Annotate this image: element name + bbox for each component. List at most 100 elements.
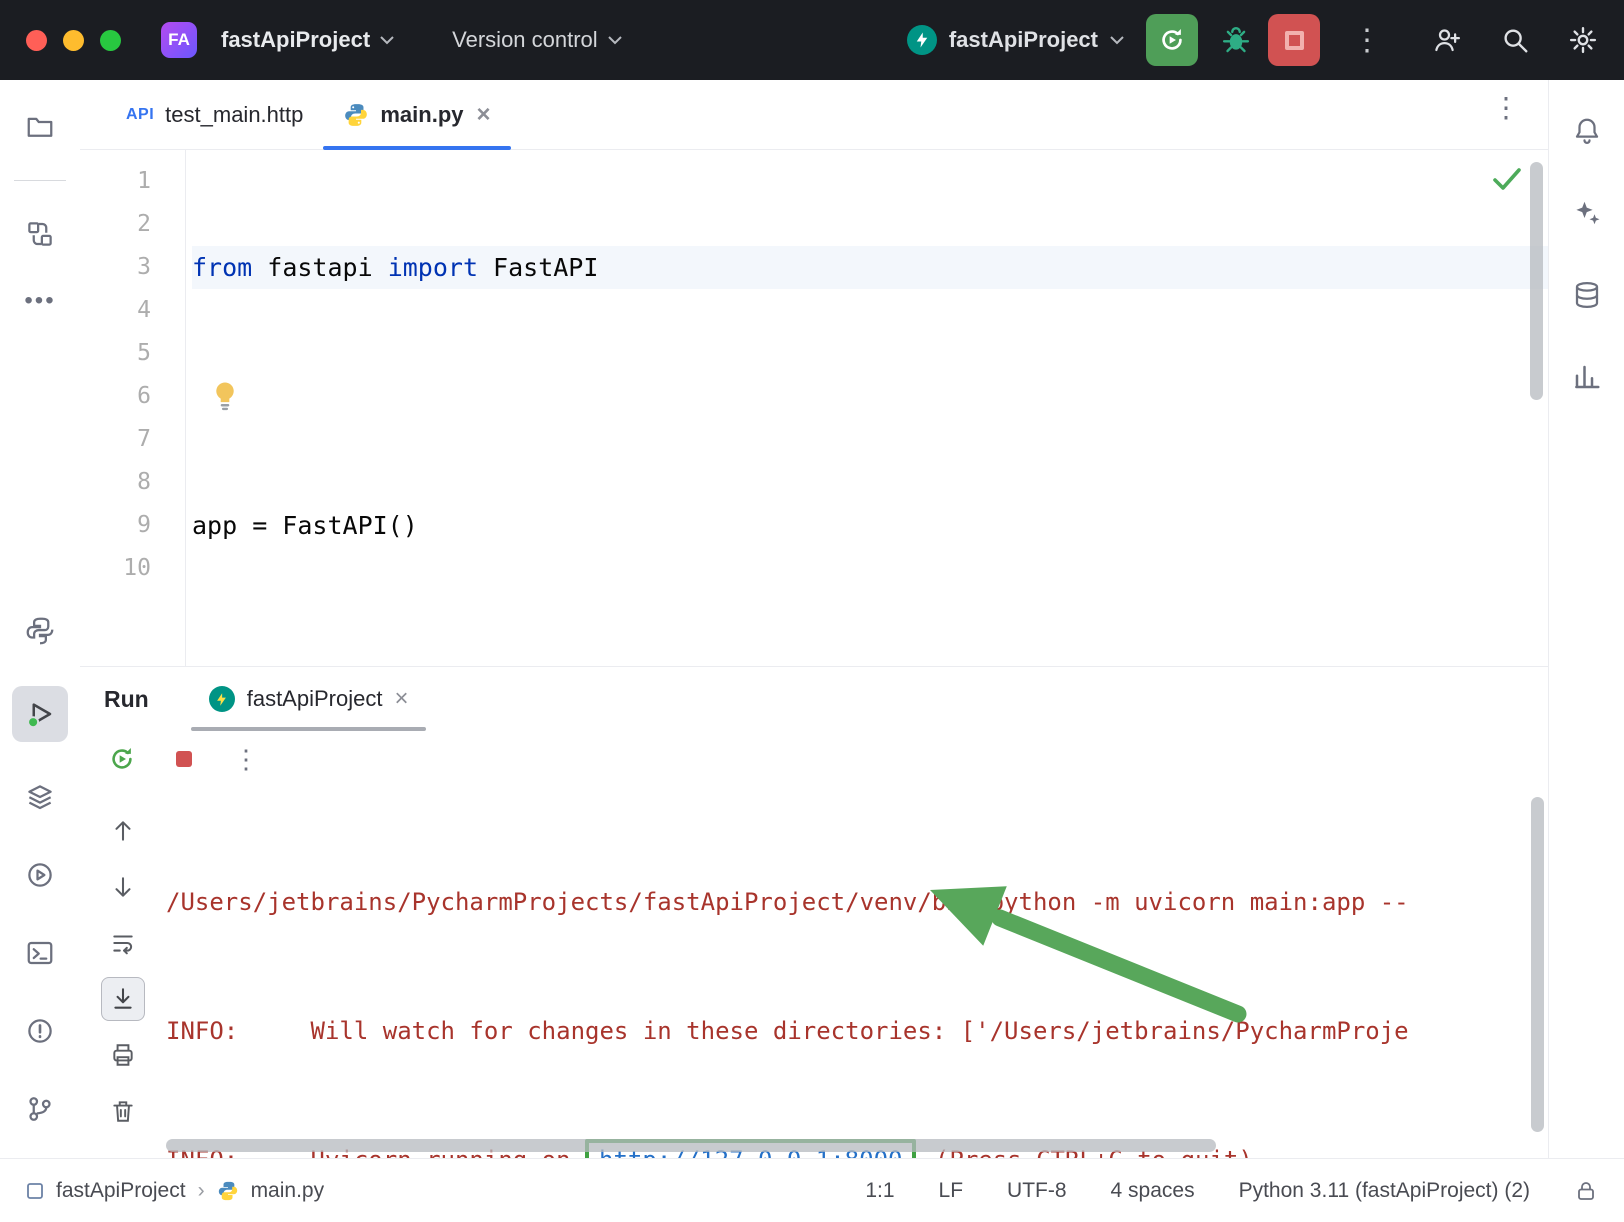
code-area[interactable]: from fastapi import FastAPI app = FastAP…: [186, 150, 1548, 666]
stop-icon: [1285, 31, 1304, 50]
console-line: INFO: Will watch for changes in these di…: [166, 1010, 1548, 1053]
tab-label: main.py: [380, 102, 463, 128]
console-vertical-scrollbar[interactable]: [1531, 797, 1544, 1132]
code-line-3: app = FastAPI(): [192, 504, 1548, 547]
console-toolbar: [80, 787, 166, 1158]
line-number: 9: [80, 504, 151, 547]
run-anything-icon[interactable]: [17, 852, 63, 898]
console-wrap: /Users/jetbrains/PycharmProjects/fastApi…: [80, 787, 1548, 1158]
run-config-name: fastApiProject: [949, 27, 1098, 53]
up-stack-trace-icon[interactable]: [101, 809, 145, 853]
services-layers-icon[interactable]: [17, 774, 63, 820]
readonly-lock-icon[interactable]: [1574, 1179, 1598, 1203]
tab-label: test_main.http: [165, 102, 303, 128]
add-user-icon[interactable]: [1432, 25, 1462, 55]
rail-divider: [14, 180, 66, 181]
notifications-bell-icon[interactable]: [1564, 108, 1610, 154]
python-file-icon: [343, 102, 369, 128]
soft-wrap-icon[interactable]: [101, 921, 145, 965]
endpoints-chart-icon[interactable]: [1564, 354, 1610, 400]
editor-vertical-scrollbar[interactable]: [1530, 162, 1543, 400]
breadcrumb-project[interactable]: fastApiProject: [56, 1179, 186, 1203]
line-number: 3: [80, 246, 151, 289]
python-packages-tool-icon[interactable]: [17, 608, 63, 654]
project-name: fastApiProject: [221, 27, 370, 53]
project-icon: FA: [161, 22, 197, 58]
git-branch-icon[interactable]: [17, 1086, 63, 1132]
pycharm-window: FA fastApiProject Version control fastAp…: [0, 0, 1624, 1222]
console-horizontal-scrollbar[interactable]: [166, 1139, 1216, 1152]
run-tab-label: fastApiProject: [247, 686, 383, 712]
chevron-down-icon: [608, 36, 622, 45]
close-window-button[interactable]: [26, 30, 47, 51]
fastapi-logo-icon: [209, 686, 235, 712]
line-number: 4: [80, 289, 151, 332]
scroll-to-end-icon[interactable]: [101, 977, 145, 1021]
window-controls: [26, 30, 121, 51]
print-icon[interactable]: [101, 1033, 145, 1077]
rerun-button[interactable]: [1146, 14, 1198, 66]
run-tool-window-icon[interactable]: [12, 686, 68, 742]
left-rail-bottom: [12, 608, 68, 1132]
run-configuration-selector[interactable]: fastApiProject: [907, 25, 1124, 55]
run-console-output[interactable]: /Users/jetbrains/PycharmProjects/fastApi…: [166, 787, 1548, 1158]
right-tool-rail: [1548, 80, 1624, 1158]
stop-process-icon[interactable]: [164, 739, 204, 779]
tab-main-py[interactable]: main.py ×: [323, 80, 510, 149]
search-icon[interactable]: [1500, 25, 1530, 55]
run-panel-header: Run fastApiProject ×: [80, 667, 1548, 731]
run-tab-fastapiproject[interactable]: fastApiProject ×: [191, 667, 427, 731]
clear-console-trash-icon[interactable]: [101, 1089, 145, 1133]
line-number: 5: [80, 332, 151, 375]
project-tool-icon[interactable]: [17, 104, 63, 150]
file-encoding[interactable]: UTF-8: [1007, 1179, 1067, 1203]
close-tab-icon[interactable]: ×: [477, 101, 491, 129]
tab-test-main-http[interactable]: API test_main.http: [106, 80, 323, 149]
down-stack-trace-icon[interactable]: [101, 865, 145, 909]
chevron-down-icon: [1110, 36, 1124, 45]
fastapi-logo-icon: [907, 25, 937, 55]
run-toolbar: ⋮: [80, 731, 1548, 787]
python-file-icon: [217, 1180, 239, 1202]
more-tool-windows-icon[interactable]: •••: [24, 287, 55, 315]
line-separator[interactable]: LF: [939, 1179, 964, 1203]
intention-bulb-icon[interactable]: [210, 380, 240, 412]
titlebar-right-actions: [1432, 25, 1598, 55]
titlebar-more-icon[interactable]: ⋮: [1338, 23, 1396, 58]
run-toolbar-more-icon[interactable]: ⋮: [226, 739, 266, 779]
close-run-tab-icon[interactable]: ×: [394, 685, 408, 713]
settings-gear-icon[interactable]: [1568, 25, 1598, 55]
line-number: 6: [80, 375, 151, 418]
problems-tool-icon[interactable]: [17, 1008, 63, 1054]
structure-tool-icon[interactable]: [17, 211, 63, 257]
zoom-window-button[interactable]: [100, 30, 121, 51]
line-number: 10: [80, 547, 151, 590]
main-row: •••: [0, 80, 1624, 1158]
breadcrumb-file[interactable]: main.py: [251, 1179, 325, 1203]
version-control-menu[interactable]: Version control: [442, 19, 632, 61]
code-editor[interactable]: 1 2 3 4 5 6 7 8 9 10 from fastapi import…: [80, 150, 1548, 666]
breadcrumb-separator: ›: [198, 1179, 205, 1203]
line-number: 7: [80, 418, 151, 461]
run-tool-window: Run fastApiProject ×: [80, 666, 1548, 1158]
tab-options-icon[interactable]: ⋮: [1492, 91, 1548, 138]
code-line-1: from fastapi import FastAPI: [192, 246, 1548, 289]
project-menu[interactable]: fastApiProject: [211, 19, 404, 61]
stop-button[interactable]: [1268, 14, 1320, 66]
left-tool-rail: •••: [0, 80, 80, 1158]
ai-assistant-sparkles-icon[interactable]: [1564, 190, 1610, 236]
line-number: 8: [80, 461, 151, 504]
center-column: API test_main.http main.py × ⋮: [80, 80, 1548, 1158]
statusbar-breadcrumb: fastApiProject › main.py: [26, 1179, 324, 1203]
statusbar-widgets: 1:1 LF UTF-8 4 spaces Python 3.11 (fastA…: [865, 1179, 1598, 1203]
python-interpreter[interactable]: Python 3.11 (fastApiProject) (2): [1239, 1179, 1530, 1203]
indent-style[interactable]: 4 spaces: [1111, 1179, 1195, 1203]
inspections-ok-check-icon[interactable]: [1492, 166, 1522, 192]
database-tool-icon[interactable]: [1564, 272, 1610, 318]
run-tab-underline: [191, 727, 427, 731]
terminal-tool-icon[interactable]: [17, 930, 63, 976]
minimize-window-button[interactable]: [63, 30, 84, 51]
rerun-process-icon[interactable]: [102, 739, 142, 779]
caret-position[interactable]: 1:1: [865, 1179, 894, 1203]
debug-button[interactable]: [1210, 14, 1262, 66]
